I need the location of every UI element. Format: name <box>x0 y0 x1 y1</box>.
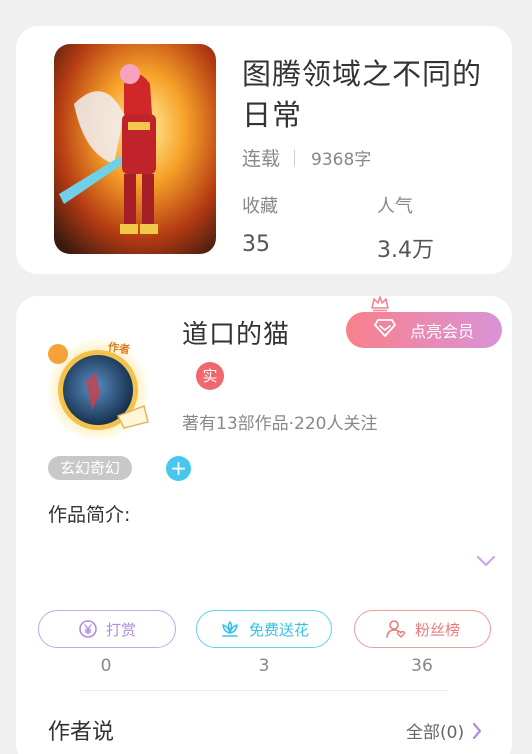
tip-button-label: 打赏 <box>105 620 136 639</box>
diamond-icon <box>374 319 396 341</box>
all-comments-label: 全部(0) <box>406 723 465 743</box>
all-comments-link[interactable]: 全部(0) <box>406 718 482 743</box>
vip-button-label: 点亮会员 <box>409 322 474 341</box>
send-flower-button[interactable]: 免费送花 <box>196 610 332 648</box>
popularity-value: 3.4万 <box>377 238 434 263</box>
serial-status: 连载 <box>242 148 281 170</box>
popularity-stat: 人气 3.4万 <box>377 192 434 264</box>
vip-button[interactable]: 点亮会员 <box>346 312 502 348</box>
avatar-badge-label: 作者 <box>107 340 131 357</box>
chevron-right-icon <box>472 722 482 740</box>
verified-badge: 实 <box>196 362 224 390</box>
status-divider <box>294 149 296 166</box>
author-avatar[interactable]: 作者 <box>40 332 164 442</box>
author-says-title: 作者说 <box>48 720 115 745</box>
word-count: 9368字 <box>311 150 372 170</box>
send-flower-label: 免费送花 <box>248 620 309 639</box>
intro-label: 作品简介: <box>48 504 131 526</box>
book-info-card: 图腾领域之不同的日常 连载 9368字 收藏 35 人气 3.4万 <box>16 26 512 274</box>
book-status-row: 连载 9368字 <box>242 144 371 171</box>
author-name[interactable]: 道口的猫 <box>182 314 290 351</box>
tip-count: 0 <box>100 656 112 676</box>
favorites-stat: 收藏 35 <box>242 192 278 257</box>
section-divider <box>80 690 448 691</box>
favorites-value: 35 <box>242 232 270 257</box>
author-card: 作者 道口的猫 实 著有13部作品·220人关注 点亮会员 玄幻奇幻 + 作品简… <box>16 296 512 754</box>
genre-tag[interactable]: 玄幻奇幻 <box>48 456 133 480</box>
flower-icon <box>219 619 241 639</box>
popularity-label: 人气 <box>377 196 413 217</box>
yuan-coin-icon <box>78 619 98 639</box>
fans-ranking-label: 粉丝榜 <box>414 620 460 639</box>
crown-icon <box>370 294 390 316</box>
favorites-label: 收藏 <box>242 196 278 217</box>
tip-button[interactable]: 打赏 <box>38 610 176 648</box>
fans-count: 36 <box>411 656 433 676</box>
book-title: 图腾领域之不同的日常 <box>242 57 483 132</box>
flower-count: 3 <box>258 656 270 676</box>
book-cover-image[interactable] <box>54 44 216 254</box>
fans-ranking-button[interactable]: 粉丝榜 <box>354 610 491 648</box>
user-heart-icon <box>385 619 407 639</box>
chevron-down-icon[interactable] <box>476 552 496 571</box>
author-meta: 著有13部作品·220人关注 <box>182 414 378 434</box>
add-tag-button[interactable]: + <box>166 456 191 481</box>
